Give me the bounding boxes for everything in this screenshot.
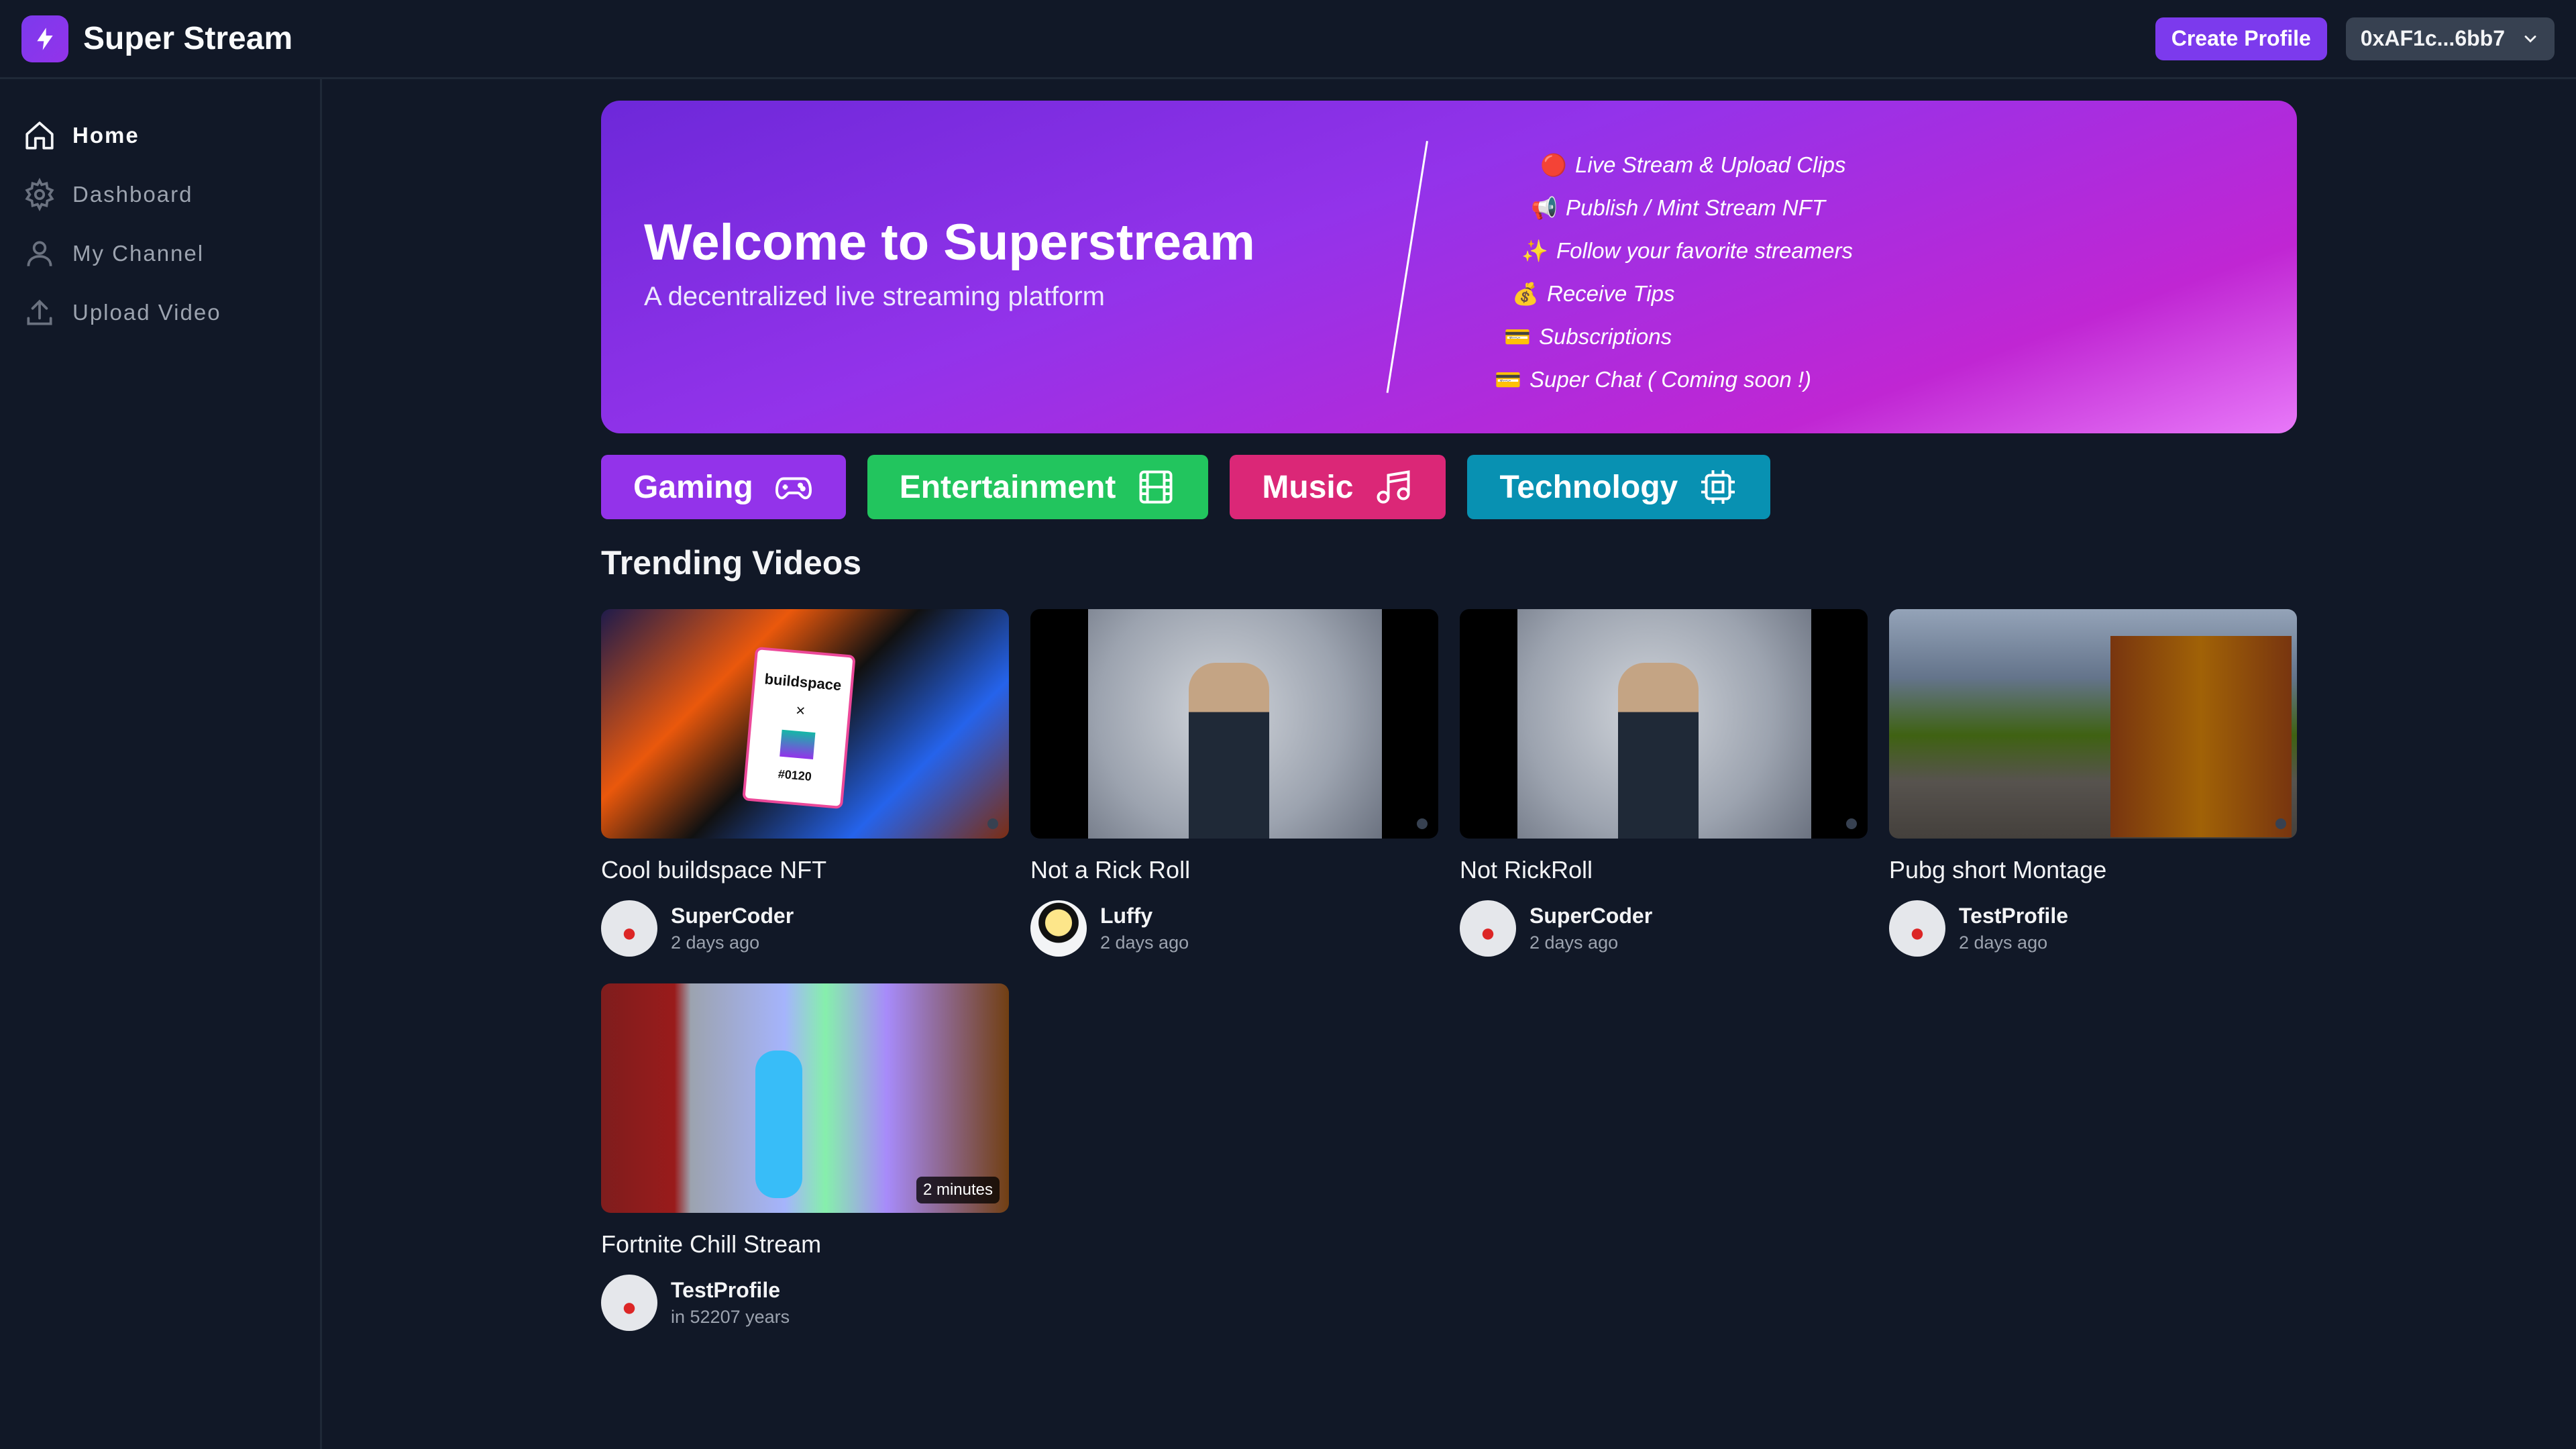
category-gaming-button[interactable]: Gaming	[601, 455, 846, 519]
feature-item: 💰 Receive Tips	[1512, 281, 1675, 306]
chevron-down-icon	[2524, 35, 2536, 43]
home-icon	[25, 121, 54, 150]
music-icon	[1377, 470, 1410, 504]
video-title[interactable]: Fortnite Chill Stream	[601, 1230, 1009, 1264]
video-thumbnail[interactable]	[1460, 609, 1868, 839]
upload-icon	[27, 299, 52, 325]
video-card[interactable]: 2 minutes Fortnite Chill Stream TestProf…	[601, 983, 1009, 1331]
avatar[interactable]	[1030, 900, 1087, 957]
user-icon	[27, 241, 52, 266]
duration-badge: 2 minutes	[916, 1177, 1000, 1203]
video-thumbnail[interactable]	[1889, 609, 2297, 839]
top-header: Super Stream Create Profile 0xAF1c...6bb…	[0, 0, 2576, 79]
sidebar: Home Dashboard My Channel Upload Video	[0, 79, 322, 1449]
sidebar-item-home[interactable]: Home	[0, 106, 320, 165]
video-title[interactable]: Not RickRoll	[1460, 856, 1868, 890]
sidebar-item-label: Upload Video	[72, 300, 221, 325]
sidebar-item-label: Home	[72, 123, 140, 148]
lightning-logo-icon	[21, 15, 68, 62]
video-thumbnail[interactable]: 2 minutes	[601, 983, 1009, 1213]
film-icon	[1139, 470, 1173, 504]
upload-time: 2 days ago	[1100, 932, 1189, 953]
avatar[interactable]	[1460, 900, 1516, 957]
upload-time: 2 days ago	[1959, 932, 2048, 953]
sidebar-item-upload-video[interactable]: Upload Video	[0, 283, 320, 342]
feature-item: 💳 Super Chat ( Coming soon !)	[1495, 367, 1812, 392]
brand[interactable]: Super Stream	[21, 15, 292, 62]
avatar[interactable]	[601, 900, 657, 957]
video-card[interactable]: Not RickRoll SuperCoder 2 days ago	[1460, 609, 1868, 957]
main-content: Welcome to Superstream A decentralized l…	[601, 101, 2297, 1331]
sidebar-item-label: Dashboard	[72, 182, 193, 207]
video-card[interactable]: buildspace × #0120 Cool buildspace NFT S…	[601, 609, 1009, 957]
app-name: Super Stream	[83, 21, 293, 56]
gear-icon	[25, 178, 54, 211]
hero-subtitle: A decentralized live streaming platform	[644, 282, 1105, 311]
video-thumbnail[interactable]	[1030, 609, 1438, 839]
upload-time: in 52207 years	[671, 1307, 790, 1327]
video-card[interactable]: Pubg short Montage TestProfile 2 days ag…	[1889, 609, 2297, 957]
author-name[interactable]: Luffy	[1100, 904, 1189, 928]
hero-title: Welcome to Superstream	[644, 214, 1255, 271]
gamepad-icon	[775, 477, 812, 500]
avatar[interactable]	[1889, 900, 1945, 957]
building-image	[2110, 636, 2292, 837]
video-title[interactable]: Not a Rick Roll	[1030, 856, 1438, 890]
nft-card-image: buildspace × #0120	[742, 646, 856, 810]
feature-item: 🔴 Live Stream & Upload Clips	[1540, 152, 1846, 177]
upload-time: 2 days ago	[1529, 932, 1619, 953]
divider	[1386, 141, 1428, 393]
status-dot	[987, 818, 998, 829]
category-bar: Gaming Entertainment Music Technology	[601, 455, 2297, 519]
video-card[interactable]: Not a Rick Roll Luffy 2 days ago	[1030, 609, 1438, 957]
wallet-dropdown[interactable]: 0xAF1c...6bb7	[2345, 17, 2555, 60]
create-profile-button[interactable]: Create Profile	[2155, 17, 2327, 60]
category-technology-button[interactable]: Technology	[1467, 455, 1771, 519]
video-frame	[1517, 609, 1811, 839]
category-entertainment-button[interactable]: Entertainment	[867, 455, 1209, 519]
feature-list: 🔴 Live Stream & Upload Clips 📢 Publish / M…	[1493, 144, 1853, 401]
feature-item: ✨ Follow your favorite streamers	[1521, 238, 1853, 263]
feature-item: 💳 Subscriptions	[1504, 324, 1672, 349]
author-name[interactable]: SuperCoder	[1529, 904, 1652, 928]
author-name[interactable]: SuperCoder	[671, 904, 794, 928]
author-name[interactable]: TestProfile	[671, 1278, 790, 1303]
video-frame	[1088, 609, 1382, 839]
sidebar-item-label: My Channel	[72, 241, 205, 266]
welcome-banner: Welcome to Superstream A decentralized l…	[601, 101, 2297, 433]
cpu-icon	[1701, 470, 1735, 504]
status-dot	[1417, 818, 1428, 829]
video-title[interactable]: Pubg short Montage	[1889, 856, 2297, 890]
upload-time: 2 days ago	[671, 932, 760, 953]
sidebar-item-my-channel[interactable]: My Channel	[0, 224, 320, 283]
author-name[interactable]: TestProfile	[1959, 904, 2068, 928]
sidebar-item-dashboard[interactable]: Dashboard	[0, 165, 320, 224]
wallet-address: 0xAF1c...6bb7	[2360, 26, 2505, 50]
category-music-button[interactable]: Music	[1230, 455, 1446, 519]
avatar[interactable]	[601, 1275, 657, 1331]
video-thumbnail[interactable]: buildspace × #0120	[601, 609, 1009, 839]
status-dot	[2275, 818, 2286, 829]
feature-item: 📢 Publish / Mint Stream NFT	[1531, 195, 1825, 220]
status-dot	[1846, 818, 1857, 829]
character-image	[755, 1051, 802, 1198]
trending-title: Trending Videos	[601, 544, 862, 582]
video-title[interactable]: Cool buildspace NFT	[601, 856, 1009, 890]
video-grid: buildspace × #0120 Cool buildspace NFT S…	[601, 609, 2297, 1331]
